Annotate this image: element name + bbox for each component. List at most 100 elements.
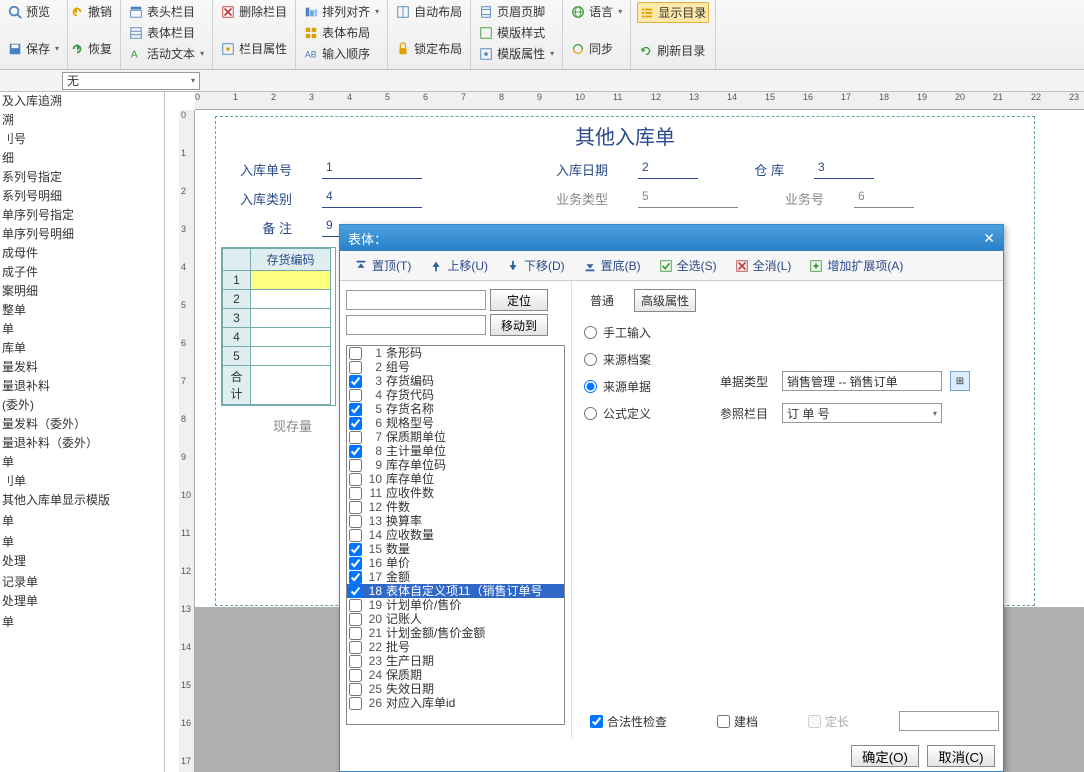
bottom-button[interactable]: 置底(B)	[577, 255, 647, 276]
field[interactable]: 2	[638, 160, 698, 179]
tree-item[interactable]: 溯	[0, 111, 164, 130]
tree-item[interactable]: 处理单	[0, 592, 164, 611]
tree-item[interactable]: 量发料（委外）	[0, 415, 164, 434]
save-button[interactable]: 保存▾	[6, 39, 61, 58]
up-button[interactable]: 上移(U)	[423, 255, 494, 276]
tree-item[interactable]: 量退补料	[0, 377, 164, 396]
field-item[interactable]: 22批号	[347, 640, 564, 654]
layout-button[interactable]: 表体布局	[302, 23, 381, 42]
tree-item[interactable]: 细	[0, 149, 164, 168]
field[interactable]: 5	[638, 189, 738, 208]
tree-item[interactable]: 案明细	[0, 282, 164, 301]
field-item[interactable]: 3存货编码	[347, 374, 564, 388]
tab-normal[interactable]: 普通	[584, 290, 620, 311]
tree-item[interactable]: 系列号明细	[0, 187, 164, 206]
tree-item[interactable]: 及入库追溯	[0, 92, 164, 111]
tree-item[interactable]: 量发料	[0, 358, 164, 377]
check-valid[interactable]: 合法性检查	[590, 713, 667, 730]
refresh-toc-button[interactable]: 刷新目录	[637, 41, 709, 60]
field-item[interactable]: 11应收件数	[347, 486, 564, 500]
nav-tree[interactable]: 及入库追溯溯刂号细系列号指定系列号明细单序列号指定单序列号明细成母件成子件案明细…	[0, 92, 165, 772]
select-none-button[interactable]: 全消(L)	[729, 255, 798, 276]
field[interactable]: 4	[322, 189, 422, 208]
tree-item[interactable]: 单	[0, 512, 164, 531]
tree-item[interactable]: 单序列号明细	[0, 225, 164, 244]
style-combo[interactable]: 无▾	[62, 72, 200, 90]
field-item[interactable]: 25失效日期	[347, 682, 564, 696]
tree-item[interactable]: 整单	[0, 301, 164, 320]
close-icon[interactable]: ✕	[983, 230, 995, 247]
active-text-button[interactable]: A活动文本▾	[127, 44, 206, 63]
show-toc-button[interactable]: 显示目录	[637, 2, 709, 23]
field-item[interactable]: 20记账人	[347, 612, 564, 626]
field[interactable]: 3	[814, 160, 874, 179]
tree-item[interactable]: 库单	[0, 339, 164, 358]
preview-button[interactable]: 预览	[6, 2, 61, 21]
tree-item[interactable]: 处理	[0, 552, 164, 571]
dialog-titlebar[interactable]: 表体： ✕	[340, 225, 1003, 251]
check-fixed[interactable]: 定长	[808, 713, 849, 730]
field-item[interactable]: 23生产日期	[347, 654, 564, 668]
col-prop-button[interactable]: 栏目属性	[219, 39, 289, 58]
bill-type-field[interactable]: 销售管理 -- 销售订单	[782, 371, 942, 391]
tree-item[interactable]: 量退补料（委外）	[0, 434, 164, 453]
check-archive[interactable]: 建档	[717, 713, 758, 730]
field-item[interactable]: 9库存单位码	[347, 458, 564, 472]
tree-item[interactable]: 其他入库单显示模版	[0, 491, 164, 510]
field-item[interactable]: 26对应入库单id	[347, 696, 564, 710]
field-item[interactable]: 16单价	[347, 556, 564, 570]
field-item[interactable]: 4存货代码	[347, 388, 564, 402]
add-ext-button[interactable]: 增加扩展项(A)	[803, 255, 909, 276]
field[interactable]: 6	[854, 189, 914, 208]
field-item[interactable]: 12件数	[347, 500, 564, 514]
tree-item[interactable]: 记录单	[0, 573, 164, 592]
sync-button[interactable]: 同步	[569, 39, 624, 58]
radio-ref[interactable]: 来源档案	[584, 351, 991, 368]
tpl-style-button[interactable]: 模版样式	[477, 23, 556, 42]
field-item[interactable]: 17金额	[347, 570, 564, 584]
tree-item[interactable]: (委外)	[0, 396, 164, 415]
field-item[interactable]: 18表体自定义项11（销售订单号	[347, 584, 564, 598]
tree-item[interactable]: 单	[0, 613, 164, 632]
align-button[interactable]: 排列对齐▾	[302, 2, 381, 21]
ok-button[interactable]: 确定(O)	[851, 745, 919, 767]
undo-button[interactable]: 撤销	[68, 2, 114, 21]
tree-item[interactable]: 单	[0, 533, 164, 552]
tree-item[interactable]: 成子件	[0, 263, 164, 282]
field-item[interactable]: 10库存单位	[347, 472, 564, 486]
field-item[interactable]: 15数量	[347, 542, 564, 556]
top-button[interactable]: 置顶(T)	[348, 255, 417, 276]
tree-item[interactable]: 系列号指定	[0, 168, 164, 187]
tree-item[interactable]: 刂单	[0, 472, 164, 491]
restore-button[interactable]: 恢复	[68, 39, 114, 58]
field-item[interactable]: 19计划单价/售价	[347, 598, 564, 612]
tpl-prop-button[interactable]: 模版属性▾	[477, 44, 556, 63]
tree-item[interactable]: 成母件	[0, 244, 164, 263]
radio-manual[interactable]: 手工输入	[584, 324, 991, 341]
ref-col-field[interactable]: 订 单 号▾	[782, 403, 942, 423]
field-item[interactable]: 21计划金额/售价金额	[347, 626, 564, 640]
header-footer-button[interactable]: 页眉页脚	[477, 2, 556, 21]
tree-item[interactable]: 刂号	[0, 130, 164, 149]
auto-layout-button[interactable]: 自动布局	[394, 2, 464, 21]
field-item[interactable]: 8主计量单位	[347, 444, 564, 458]
body-grid[interactable]: 存货编码 1 2 3 4 5 合计	[221, 247, 336, 406]
locate-button[interactable]: 定位	[490, 289, 548, 311]
field-item[interactable]: 14应收数量	[347, 528, 564, 542]
field-item[interactable]: 24保质期	[347, 668, 564, 682]
field-item[interactable]: 5存货名称	[347, 402, 564, 416]
tree-item[interactable]: 单	[0, 453, 164, 472]
tree-item[interactable]: 单	[0, 320, 164, 339]
field-item[interactable]: 6规格型号	[347, 416, 564, 430]
select-all-button[interactable]: 全选(S)	[653, 255, 723, 276]
move-input[interactable]	[346, 315, 486, 335]
locate-input[interactable]	[346, 290, 486, 310]
cancel-button[interactable]: 取消(C)	[927, 745, 995, 767]
field-item[interactable]: 2组号	[347, 360, 564, 374]
field-list[interactable]: 1条形码2组号3存货编码4存货代码5存货名称6规格型号7保质期单位8主计量单位9…	[346, 345, 565, 725]
del-col-button[interactable]: 删除栏目	[219, 2, 289, 21]
lang-button[interactable]: 语言▾	[569, 2, 624, 21]
move-button[interactable]: 移动到	[490, 314, 548, 336]
body-col-button[interactable]: 表体栏目	[127, 23, 206, 42]
header-col-button[interactable]: 表头栏目	[127, 2, 206, 21]
